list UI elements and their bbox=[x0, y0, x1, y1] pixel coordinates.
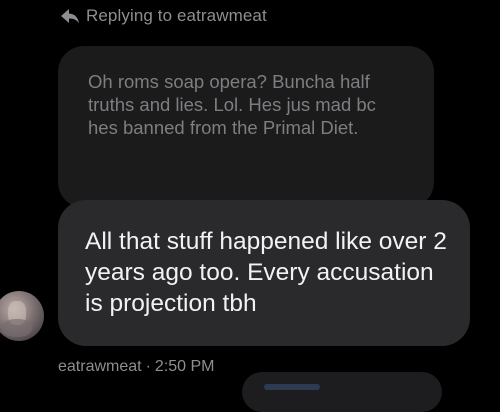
quoted-message-text: Oh roms soap opera? Buncha half truths a… bbox=[88, 71, 376, 138]
sender-username: eatrawmeat bbox=[58, 358, 142, 375]
meta-separator: · bbox=[145, 358, 151, 375]
message-meta: eatrawmeat · 2:50 PM bbox=[58, 358, 215, 376]
next-message-bubble[interactable] bbox=[242, 372, 442, 412]
reply-message-bubble[interactable]: All that stuff happened like over 2 year… bbox=[58, 200, 470, 346]
replying-to-label: Replying to eatrawmeat bbox=[86, 6, 267, 25]
quoted-message-bubble[interactable]: Oh roms soap opera? Buncha half truths a… bbox=[58, 46, 434, 208]
reply-arrow-icon bbox=[60, 7, 80, 25]
replying-to-header: Replying to eatrawmeat bbox=[60, 6, 267, 26]
message-timestamp: 2:50 PM bbox=[154, 358, 215, 375]
reply-message-text: All that stuff happened like over 2 year… bbox=[85, 228, 447, 317]
avatar[interactable] bbox=[0, 291, 44, 341]
